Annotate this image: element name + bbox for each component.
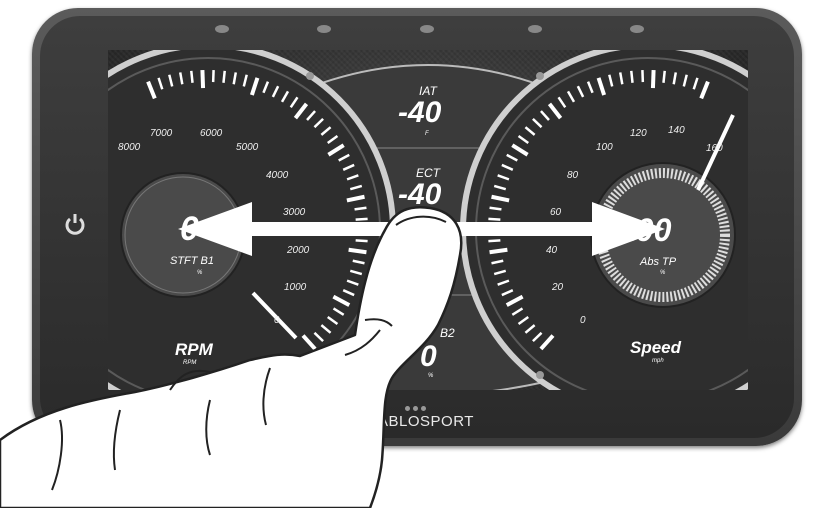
pointing-hand-icon: [0, 206, 463, 508]
